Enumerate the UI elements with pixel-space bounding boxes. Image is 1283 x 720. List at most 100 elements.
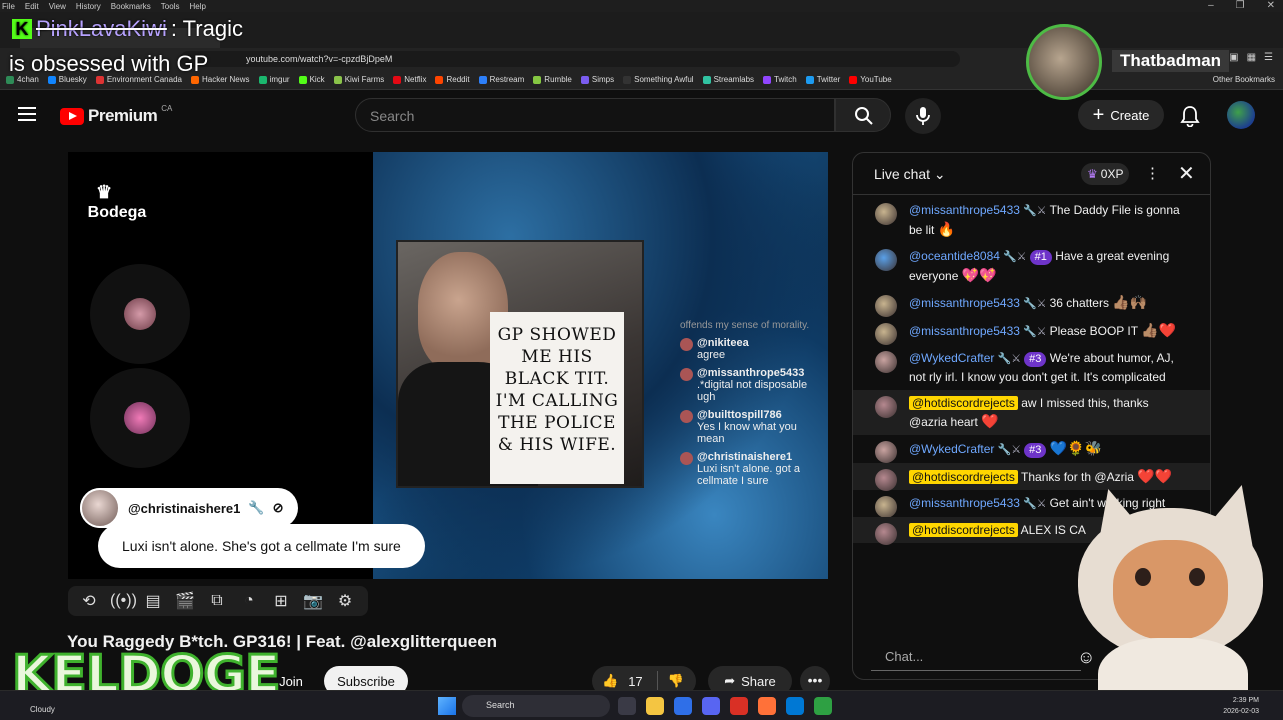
chat-emoji: ❤️❤️ <box>1137 468 1173 484</box>
bookmark-item[interactable]: Kick <box>298 75 325 84</box>
chat-username[interactable]: @hotdiscordrejects <box>909 470 1018 484</box>
menu-item-view[interactable]: View <box>49 2 66 11</box>
system-clock[interactable]: 2:39 PM 2026-02-03 <box>1223 695 1259 717</box>
chat-username[interactable]: @WykedCrafter <box>909 351 994 365</box>
xp-badge[interactable]: ♛ 0XP <box>1081 163 1130 185</box>
bookmark-item[interactable]: Rumble <box>533 75 572 84</box>
bookmark-item[interactable]: imgur <box>258 75 290 84</box>
hamburger-menu-icon[interactable] <box>18 107 36 121</box>
bookmark-item[interactable]: Streamlabs <box>702 75 754 84</box>
thumbs-up-icon[interactable]: 👍 <box>602 673 618 689</box>
taskbar-app-icon[interactable] <box>730 697 748 715</box>
chat-username[interactable]: @oceantide8084 <box>909 249 1000 263</box>
settings-gear-icon[interactable]: ⚙ <box>334 591 356 611</box>
other-bookmarks[interactable]: Other Bookmarks <box>1213 75 1275 84</box>
live-chat-title[interactable]: Live chat ⌄ <box>874 166 946 183</box>
chat-avatar[interactable] <box>875 396 897 418</box>
chat-avatar[interactable] <box>875 249 897 271</box>
embedded-chat-text: Luxi isn't alone. got a cellmate I sure <box>697 463 801 487</box>
add-icon[interactable]: ⊞ <box>270 591 292 611</box>
chat-menu-icon[interactable]: ⋮ <box>1145 164 1160 182</box>
chat-avatar[interactable] <box>875 496 897 518</box>
chat-avatar[interactable] <box>875 351 897 373</box>
chat-avatar[interactable] <box>875 203 897 225</box>
speed-icon[interactable]: ◔ <box>238 592 260 610</box>
webcam-feed: GP SHOWED ME HIS BLACK TIT. I'M CALLING … <box>396 240 644 488</box>
chat-avatar[interactable] <box>875 323 897 345</box>
bookmark-item[interactable]: Twitch <box>763 75 797 84</box>
taskbar-app-icon[interactable] <box>646 697 664 715</box>
pip-icon[interactable]: ⧉ <box>206 592 228 610</box>
taskbar-app-icon[interactable] <box>758 697 776 715</box>
menu-item-tools[interactable]: Tools <box>161 2 180 11</box>
bookmark-item[interactable]: Restream <box>478 75 524 84</box>
extensions-icon[interactable]: ▦ <box>1247 52 1256 63</box>
menu-item-bookmarks[interactable]: Bookmarks <box>111 2 151 11</box>
chat-username[interactable]: @missanthrope5433 <box>909 203 1020 217</box>
chat-username[interactable]: @WykedCrafter <box>909 442 994 456</box>
taskbar-app-icon[interactable] <box>702 697 720 715</box>
menu-item-edit[interactable]: Edit <box>25 2 39 11</box>
screenshot-icon[interactable]: 📷 <box>302 591 324 611</box>
taskbar-search[interactable]: Search <box>462 695 610 717</box>
menu-item-history[interactable]: History <box>76 2 101 11</box>
address-input[interactable]: youtube.com/watch?v=-cpzdBjDpeM <box>180 51 960 67</box>
layout-icon[interactable]: ▤ <box>142 591 164 611</box>
create-button[interactable]: + Create <box>1078 100 1164 130</box>
menu-item-file[interactable]: File <box>2 2 15 11</box>
chat-username[interactable]: @missanthrope5433 <box>909 296 1020 310</box>
bookmark-item[interactable]: Netflix <box>393 75 426 84</box>
embedded-chat-avatar <box>680 338 693 351</box>
search-button[interactable] <box>835 98 891 132</box>
chat-avatar[interactable] <box>875 469 897 491</box>
video-player[interactable]: ♛ Bodega GP SHOWED ME HIS BLACK TIT. I'M… <box>68 152 828 579</box>
bookmark-item[interactable]: Simps <box>580 75 614 84</box>
repeat-icon[interactable]: ⟲ <box>78 591 100 611</box>
chat-username[interactable]: @missanthrope5433 <box>909 324 1020 338</box>
start-icon[interactable] <box>438 697 456 715</box>
search-input[interactable]: Search <box>355 98 835 132</box>
xp-value: 0XP <box>1100 167 1124 181</box>
chat-username[interactable]: @hotdiscordrejects <box>909 523 1018 537</box>
youtube-header: Premium CA Search + Create <box>0 90 1283 142</box>
reader-icon[interactable]: ▣ <box>1229 52 1238 63</box>
chat-avatar[interactable] <box>875 523 897 545</box>
chat-message: @WykedCrafter 🔧⚔ #3 We're about humor, A… <box>853 345 1210 390</box>
close-chat-icon[interactable]: ✕ <box>1178 161 1195 186</box>
menu-icon[interactable]: ☰ <box>1264 52 1273 63</box>
bookmark-item[interactable]: Twitter <box>805 75 840 84</box>
weather-label[interactable]: Cloudy <box>30 705 55 714</box>
thumbs-down-icon[interactable]: 👎 <box>668 673 684 689</box>
notifications-bell-icon[interactable] <box>1180 105 1200 127</box>
youtube-brand-label: Premium <box>88 106 158 125</box>
taskbar-app-icon[interactable] <box>618 697 636 715</box>
taskbar-app-icon[interactable] <box>674 697 692 715</box>
taskbar-app-icon[interactable] <box>786 697 804 715</box>
bookmark-item[interactable]: Reddit <box>435 75 470 84</box>
user-avatar[interactable] <box>1227 101 1255 129</box>
broadcast-icon[interactable]: ((•)) <box>110 592 137 610</box>
clip-icon[interactable]: 🎬 <box>174 591 196 611</box>
maximize-icon[interactable]: ❐ <box>1236 0 1245 11</box>
chat-input[interactable]: Chat... <box>871 643 1081 671</box>
taskbar-app-icon[interactable] <box>814 697 832 715</box>
chat-avatar[interactable] <box>875 441 897 463</box>
bookmark-item[interactable]: Kiwi Farms <box>333 75 384 84</box>
minimize-icon[interactable]: – <box>1208 0 1214 11</box>
bookmark-item[interactable]: Something Awful <box>623 75 694 84</box>
bookmark-item[interactable]: YouTube <box>849 75 892 84</box>
chat-avatar[interactable] <box>875 295 897 317</box>
embedded-chat-message: @christinaishere1 Luxi isn't alone. got a… <box>680 451 820 487</box>
player-tools: ⟲ ((•)) ▤ 🎬 ⧉ ◔ ⊞ 📷 ⚙ <box>68 586 368 616</box>
chat-message-text: ALEX IS CA <box>1020 523 1086 537</box>
chat-username[interactable]: @missanthrope5433 <box>909 496 1020 510</box>
moderator-tools-icon: 🔧⚔ <box>999 251 1030 263</box>
youtube-logo[interactable]: Premium CA <box>60 104 172 126</box>
menu-item-help[interactable]: Help <box>189 2 205 11</box>
chat-username[interactable]: @hotdiscordrejects <box>909 396 1018 410</box>
close-window-icon[interactable]: ✕ <box>1267 0 1275 11</box>
like-count: 17 <box>628 673 643 689</box>
share-arrow-icon: ➦ <box>724 673 736 688</box>
voice-search-button[interactable] <box>905 98 941 134</box>
guest-slot-2 <box>90 368 190 468</box>
